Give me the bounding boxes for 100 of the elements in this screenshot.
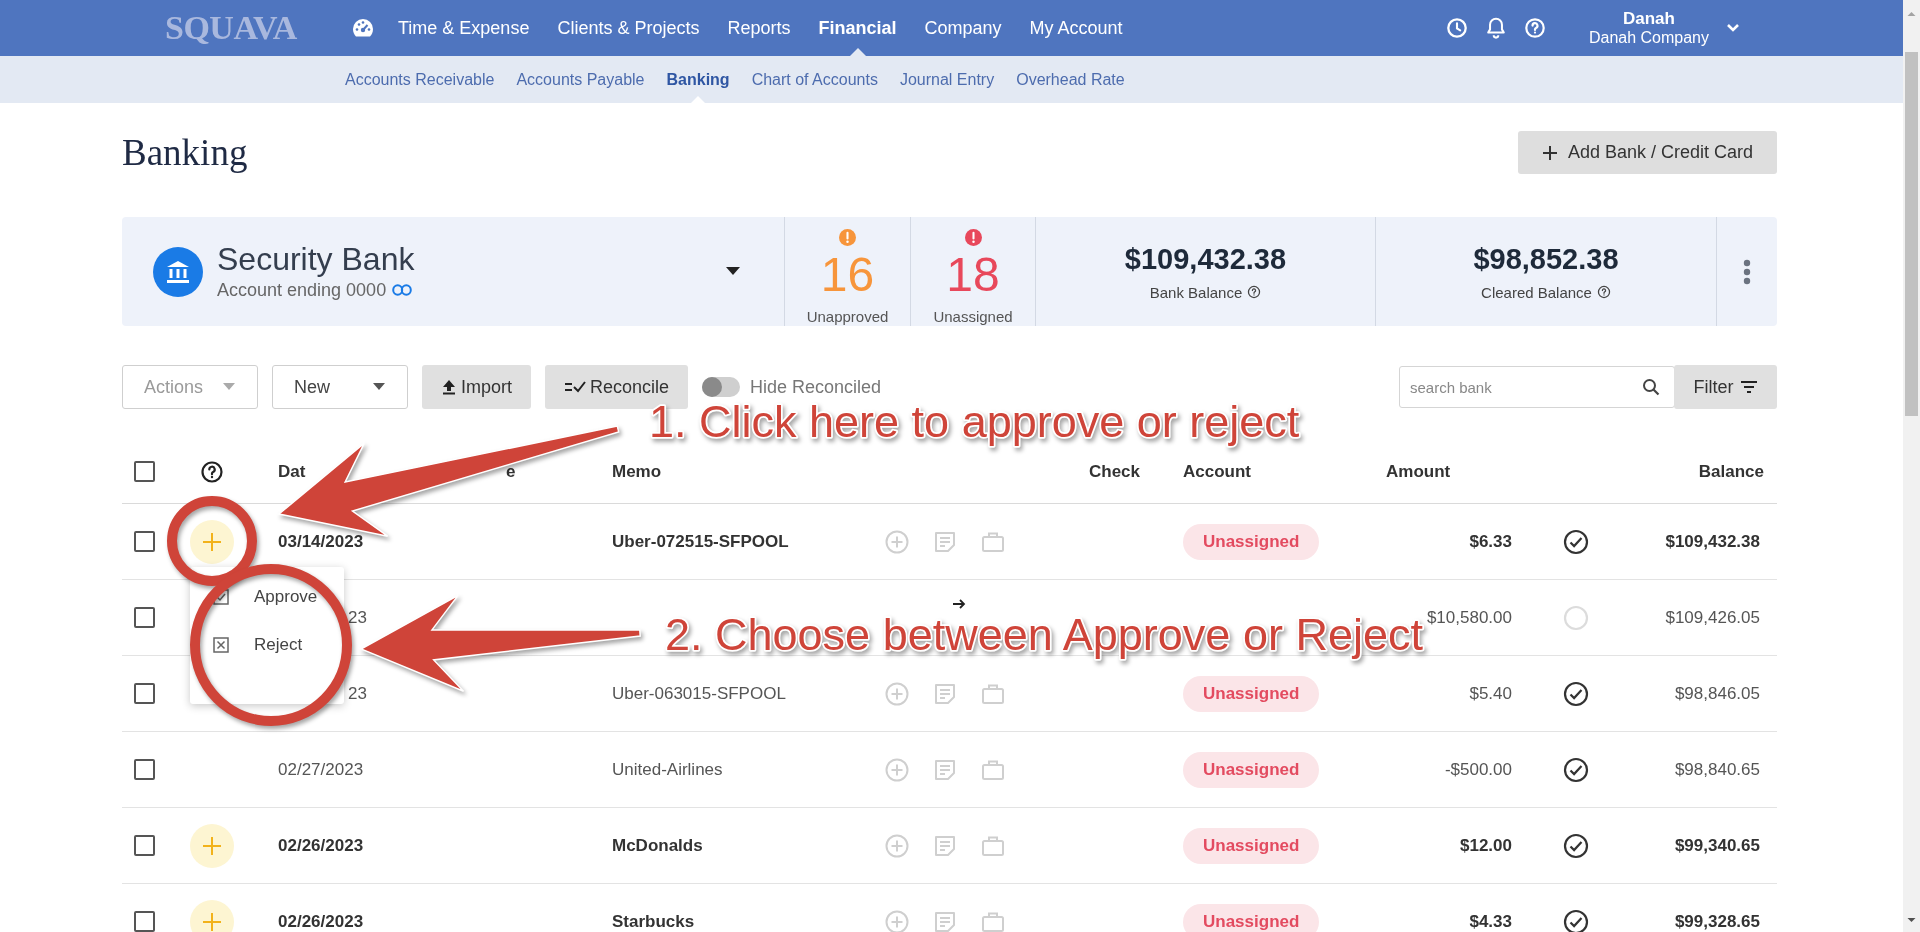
user-name[interactable]: Danah: [1622, 9, 1675, 29]
row-checkbox[interactable]: [134, 835, 155, 856]
column-header: Check: [1088, 461, 1140, 482]
add-bank-button[interactable]: Add Bank / Credit Card: [1517, 131, 1777, 174]
nav-link[interactable]: Reports: [727, 0, 791, 56]
plus-icon: [202, 835, 222, 856]
help-icon[interactable]: [1596, 285, 1611, 299]
chevron-down-icon[interactable]: [1726, 23, 1740, 33]
amount-cell: $6.33: [1469, 531, 1512, 552]
row-checkbox[interactable]: [134, 607, 155, 628]
amount-cell: $4.33: [1469, 911, 1512, 932]
balance-amount: $109,432.38: [1124, 242, 1287, 276]
alert-icon: [839, 229, 856, 246]
balance-label: Cleared Balance: [1481, 283, 1592, 301]
subnav-link[interactable]: Banking: [666, 56, 730, 103]
checked-box-icon: [213, 589, 229, 605]
row-checkbox[interactable]: [134, 531, 155, 552]
help-icon[interactable]: [1247, 285, 1262, 299]
dropdown-caret-icon[interactable]: [726, 267, 740, 276]
memo-cell: Uber-063015-SFPOOL: [612, 683, 786, 704]
nav-link[interactable]: Clients & Projects: [557, 0, 700, 56]
date-cell: 03/14/2023: [278, 531, 364, 552]
check-circle-icon[interactable]: [1563, 528, 1589, 555]
subnav-link[interactable]: Chart of Accounts: [751, 56, 878, 103]
plus-icon: [202, 911, 222, 932]
clock-icon[interactable]: [1445, 17, 1468, 39]
date-cell: 23: [348, 683, 367, 704]
account-tag[interactable]: Unassigned: [1183, 675, 1320, 712]
select-all-checkbox[interactable]: [134, 461, 155, 482]
account-label: Account ending 0000: [217, 279, 387, 301]
column-header: Memo: [612, 461, 662, 482]
nav-link[interactable]: Company: [924, 0, 1002, 56]
help-icon[interactable]: [200, 459, 224, 484]
balance-cell: $98,840.65: [1674, 759, 1760, 780]
dashboard-icon[interactable]: [350, 17, 376, 39]
account-tag[interactable]: Unassigned: [1183, 523, 1320, 560]
check-circle-icon[interactable]: [1563, 832, 1589, 859]
toggle-switch[interactable]: [702, 377, 741, 397]
plus-icon: [202, 531, 222, 552]
row-checkbox[interactable]: [134, 911, 155, 932]
reconcile-icon: [564, 380, 586, 394]
bank-name: Security Bank: [217, 242, 415, 278]
memo-cell: McDonalds: [612, 835, 703, 856]
menu-item[interactable]: Reject: [190, 629, 344, 661]
link-icon[interactable]: [392, 284, 413, 297]
plus-icon: [1541, 144, 1558, 161]
account-tag[interactable]: Unassigned: [1183, 903, 1320, 932]
date-cell: 02/26/2023: [278, 835, 364, 856]
balance-cell: $98,846.05: [1674, 683, 1760, 704]
balance-label: Bank Balance: [1149, 283, 1243, 301]
column-header: Account: [1183, 461, 1251, 482]
search-field[interactable]: search bank: [1399, 366, 1675, 408]
more-icon[interactable]: [1743, 258, 1751, 285]
caret-icon: [373, 383, 385, 391]
subnav-link[interactable]: Overhead Rate: [1016, 56, 1125, 103]
subnav-link[interactable]: Accounts Payable: [516, 56, 645, 103]
stat-label: Unassigned: [933, 308, 1013, 325]
check-circle-icon[interactable]: [1563, 756, 1589, 783]
memo-cell: Starbucks: [612, 911, 695, 932]
new-dropdown[interactable]: New: [272, 365, 408, 409]
column-header: Dat: [278, 461, 306, 482]
subnav-link[interactable]: Journal Entry: [899, 56, 995, 103]
company-name[interactable]: Danah Company: [1588, 28, 1709, 47]
stat-count: 18: [946, 251, 1000, 299]
bell-icon[interactable]: [1484, 16, 1507, 40]
date-cell: 02/26/2023: [278, 911, 364, 932]
row-checkbox[interactable]: [134, 759, 155, 780]
annotation-text: 2. Choose between Approve or Reject: [665, 609, 1423, 660]
page-title: Banking: [122, 131, 248, 174]
account-tag[interactable]: Unassigned: [1183, 751, 1320, 788]
import-button[interactable]: Import: [422, 365, 531, 409]
amount-cell: $10,580.00: [1426, 607, 1512, 628]
stat-label: Unapproved: [806, 308, 889, 325]
scrollbar[interactable]: [1903, 0, 1920, 932]
filter-icon: [1739, 380, 1758, 394]
balance-cell: $109,426.05: [1665, 607, 1760, 628]
alert-icon: [964, 229, 982, 246]
bank-icon: [153, 246, 203, 297]
menu-item[interactable]: Approve: [190, 581, 344, 613]
subnav-link[interactable]: Accounts Receivable: [345, 56, 495, 103]
logo: SQUAVA: [165, 9, 298, 47]
date-cell: 23: [348, 607, 367, 628]
balance-amount: $98,852.38: [1473, 242, 1619, 276]
column-header: e: [506, 461, 516, 482]
amount-cell: $12.00: [1460, 835, 1512, 856]
stat-count: 16: [820, 251, 875, 299]
nav-link[interactable]: Time & Expense: [398, 0, 530, 56]
date-cell: 02/27/2023: [278, 759, 364, 780]
filter-button[interactable]: Filter: [1674, 365, 1777, 409]
memo-cell: United-Airlines: [612, 759, 723, 780]
column-header: Balance: [1698, 461, 1764, 482]
nav-link[interactable]: My Account: [1029, 0, 1123, 56]
toggle-label: Hide Reconciled: [750, 376, 882, 398]
arrow-right-icon[interactable]: [953, 598, 967, 609]
upload-icon: [441, 379, 457, 395]
check-circle-icon[interactable]: [1563, 680, 1589, 707]
row-checkbox[interactable]: [134, 683, 155, 704]
balance-cell: $99,328.65: [1674, 911, 1760, 932]
column-header: Amount: [1386, 461, 1451, 482]
account-tag[interactable]: Unassigned: [1183, 827, 1320, 864]
